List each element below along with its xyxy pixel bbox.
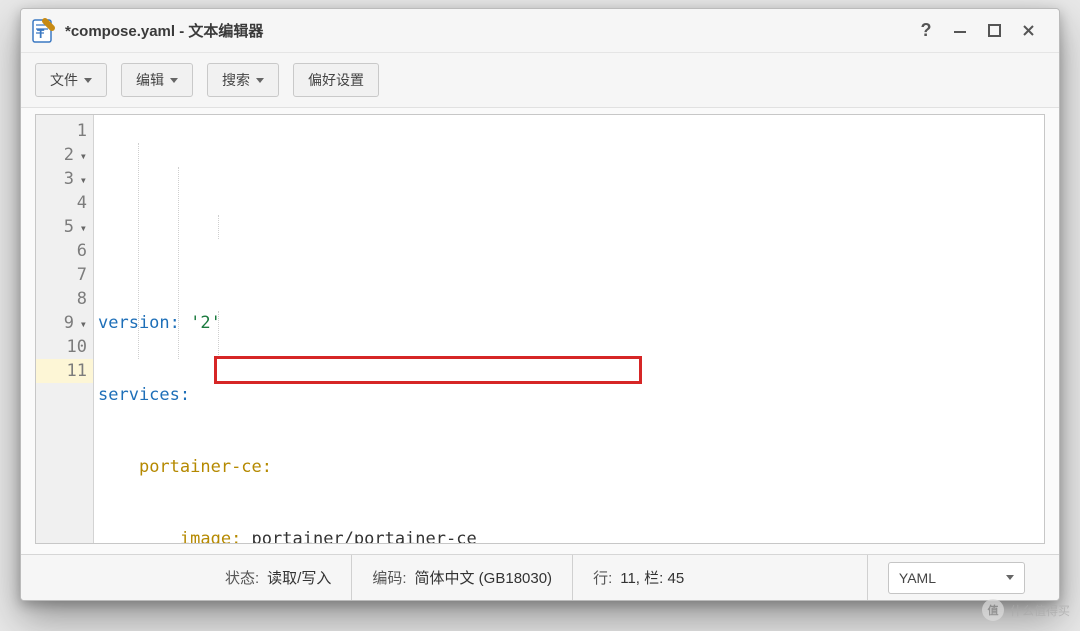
chevron-down-icon xyxy=(256,78,264,83)
status-encoding-label: 编码: xyxy=(372,567,406,588)
watermark-logo-icon: 值 xyxy=(982,599,1004,621)
maximize-button[interactable] xyxy=(977,16,1011,46)
gutter-line: 4 xyxy=(36,191,93,215)
title-bar: T *compose.yaml - 文本编辑器 ? xyxy=(21,9,1059,53)
watermark-text: 什么值得买 xyxy=(1010,602,1070,619)
fold-icon[interactable]: ▾ xyxy=(77,312,87,336)
gutter-line: 8 xyxy=(36,287,93,311)
status-state: 状态: 读取/写入 xyxy=(35,555,351,600)
edit-menu-label: 编辑 xyxy=(136,70,164,90)
gutter-line: 10 xyxy=(36,335,93,359)
maximize-icon xyxy=(988,24,1001,37)
editor-window: T *compose.yaml - 文本编辑器 ? 文件 编辑 搜索 xyxy=(20,8,1060,601)
file-menu-label: 文件 xyxy=(50,70,78,90)
status-state-value: 读取/写入 xyxy=(267,567,331,588)
edit-menu-button[interactable]: 编辑 xyxy=(121,63,193,97)
fold-icon[interactable]: ▾ xyxy=(77,144,87,168)
highlight-annotation-box xyxy=(214,356,642,384)
search-menu-button[interactable]: 搜索 xyxy=(207,63,279,97)
gutter: 1 2▾ 3▾ 4 5▾ 6 7 8 9▾ 10 11 xyxy=(36,115,94,543)
watermark: 值 什么值得买 xyxy=(982,599,1070,621)
help-button[interactable]: ? xyxy=(909,16,943,46)
code-line: version: '2' xyxy=(94,311,1044,335)
chevron-down-icon xyxy=(1006,575,1014,580)
gutter-line: 11 xyxy=(36,359,93,383)
code-editor[interactable]: 1 2▾ 3▾ 4 5▾ 6 7 8 9▾ 10 11 version: '2'… xyxy=(35,114,1045,544)
gutter-line: 3▾ xyxy=(36,167,93,191)
search-menu-label: 搜索 xyxy=(222,70,250,90)
window-title: *compose.yaml - 文本编辑器 xyxy=(65,20,263,41)
fold-icon[interactable]: ▾ xyxy=(77,168,87,192)
status-position[interactable]: 行: 11, 栏: 45 xyxy=(572,555,704,600)
chevron-down-icon xyxy=(84,78,92,83)
gutter-line: 9▾ xyxy=(36,311,93,335)
status-bar: 状态: 读取/写入 编码: 简体中文 (GB18030) 行: 11, 栏: 4… xyxy=(21,554,1059,600)
chevron-down-icon xyxy=(170,78,178,83)
app-file-icon: T xyxy=(29,17,57,45)
status-encoding[interactable]: 编码: 简体中文 (GB18030) xyxy=(351,555,572,600)
gutter-line: 5▾ xyxy=(36,215,93,239)
close-icon xyxy=(1022,24,1035,37)
minimize-button[interactable] xyxy=(943,16,977,46)
code-area[interactable]: version: '2' services: portainer-ce: ima… xyxy=(94,115,1044,543)
code-line: image: portainer/portainer-ce xyxy=(94,527,1044,543)
gutter-line: 2▾ xyxy=(36,143,93,167)
status-position-value: 11, 栏: 45 xyxy=(620,567,684,588)
code-line: services: xyxy=(94,383,1044,407)
preferences-label: 偏好设置 xyxy=(308,70,364,90)
status-state-label: 状态: xyxy=(225,567,259,588)
gutter-line: 7 xyxy=(36,263,93,287)
minimize-icon xyxy=(953,24,967,38)
language-dropdown[interactable]: YAML xyxy=(888,562,1025,594)
language-value: YAML xyxy=(899,570,936,586)
file-menu-button[interactable]: 文件 xyxy=(35,63,107,97)
fold-icon[interactable]: ▾ xyxy=(77,216,87,240)
close-button[interactable] xyxy=(1011,16,1045,46)
preferences-button[interactable]: 偏好设置 xyxy=(293,63,379,97)
code-line: portainer-ce: xyxy=(94,455,1044,479)
status-position-label: 行: xyxy=(593,567,612,588)
status-encoding-value: 简体中文 (GB18030) xyxy=(415,567,553,588)
gutter-line: 6 xyxy=(36,239,93,263)
svg-text:T: T xyxy=(37,27,45,41)
menu-toolbar: 文件 编辑 搜索 偏好设置 xyxy=(21,53,1059,108)
gutter-line: 1 xyxy=(36,119,93,143)
